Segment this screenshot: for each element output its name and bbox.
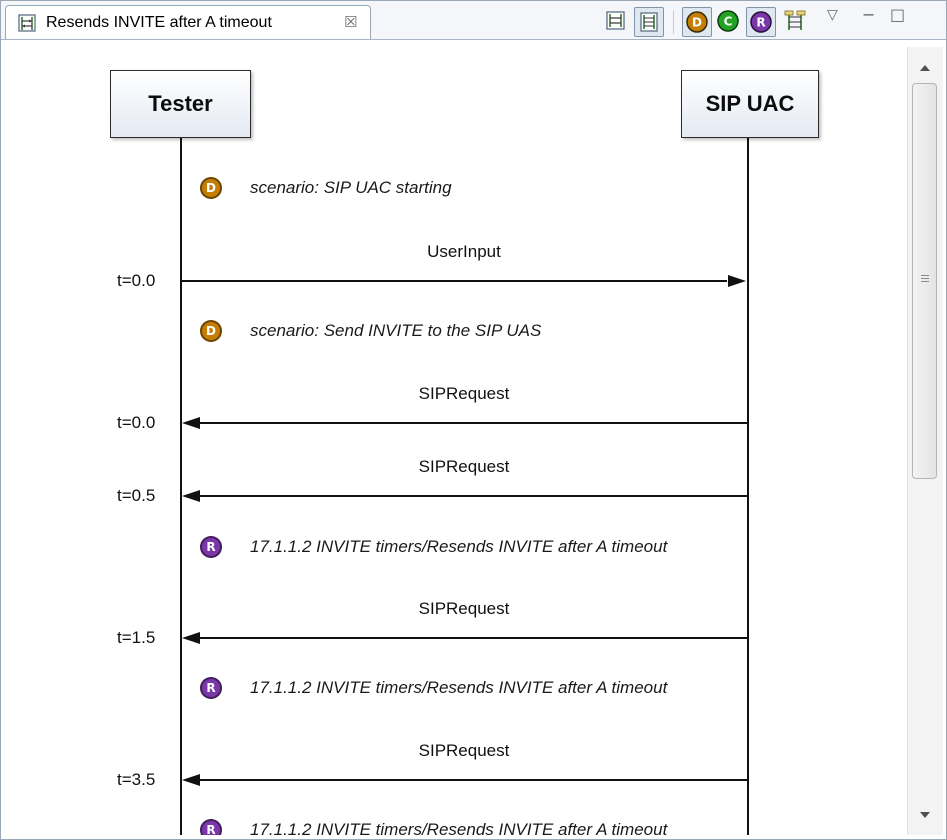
message-label: UserInput — [427, 242, 501, 261]
arrow-right-icon — [728, 275, 746, 287]
message-label: SIPRequest — [418, 384, 510, 403]
time-stamp: t=0.5 — [117, 486, 156, 505]
note-text: scenario: Send INVITE to the SIP UAS — [250, 321, 542, 340]
debug-note-icon: D — [200, 177, 222, 199]
message-label: SIPRequest — [418, 599, 510, 618]
lifeline-label: SIP UAC — [705, 91, 795, 116]
note-text: 17.1.1.2 INVITE timers/Resends INVITE af… — [250, 678, 668, 697]
result-note-icon: R — [200, 536, 222, 558]
time-stamp: t=1.5 — [117, 628, 156, 647]
sequence-diagram-view: Resends INVITE after A timeout ☒ D C R ▽… — [0, 0, 947, 840]
message-arrow-line — [200, 637, 747, 639]
grip-line — [921, 275, 929, 276]
arrow-left-icon — [182, 774, 200, 786]
filter-result-icon: R — [750, 11, 772, 33]
result-note-icon: R — [200, 819, 222, 835]
debug-note-icon: D — [200, 320, 222, 342]
layout-icon[interactable] — [781, 7, 809, 35]
zoom-toggle-icon[interactable] — [634, 7, 664, 37]
note-text: 17.1.1.2 INVITE timers/Resends INVITE af… — [250, 537, 668, 556]
message-label: SIPRequest — [418, 457, 510, 476]
fit-diagram-icon[interactable] — [602, 7, 630, 35]
grip-line — [921, 281, 929, 282]
lifeline-tester[interactable]: Tester — [110, 70, 251, 138]
maximize-icon[interactable]: □ — [890, 5, 905, 24]
arrow-left-icon — [182, 417, 200, 429]
scrollbar-thumb[interactable] — [912, 83, 937, 479]
filter-comment-icon: C — [717, 10, 739, 32]
message-arrow-line — [200, 422, 747, 424]
svg-text:C: C — [724, 15, 733, 29]
filter-debug-icon: D — [686, 11, 708, 33]
filter-debug-button[interactable]: D — [682, 7, 712, 37]
vertical-scrollbar[interactable] — [907, 47, 943, 835]
message-label: SIPRequest — [418, 741, 510, 760]
lifeline-sip-uac-line — [747, 138, 749, 835]
time-stamp: t=0.0 — [117, 271, 156, 290]
scroll-down-icon[interactable] — [920, 812, 930, 818]
view-toolbar: D C R ▽ − □ — [1, 5, 946, 37]
grip-line — [921, 278, 929, 279]
lifeline-tester-line — [180, 138, 182, 835]
filter-comment-button[interactable]: C — [714, 7, 744, 37]
note-text: scenario: SIP UAC starting — [250, 178, 452, 197]
result-note-icon: R — [200, 677, 222, 699]
arrow-left-icon — [182, 632, 200, 644]
filter-result-button[interactable]: R — [746, 7, 776, 37]
scroll-up-icon[interactable] — [920, 65, 930, 71]
toolbar-separator — [673, 10, 674, 34]
minimize-icon[interactable]: − — [862, 5, 875, 24]
time-stamp: t=0.0 — [117, 413, 156, 432]
arrow-left-icon — [182, 490, 200, 502]
message-arrow-line — [200, 495, 747, 497]
svg-text:D: D — [692, 16, 702, 30]
note-text: 17.1.1.2 INVITE timers/Resends INVITE af… — [250, 820, 668, 835]
sequence-diagram-canvas[interactable]: Tester SIP UAC D scenario: SIP UAC start… — [11, 47, 907, 835]
lifeline-label: Tester — [148, 91, 213, 116]
view-tab-bar: Resends INVITE after A timeout ☒ D C R ▽… — [1, 1, 946, 40]
message-arrow-line — [200, 779, 747, 781]
lifeline-sip-uac[interactable]: SIP UAC — [681, 70, 819, 138]
svg-text:R: R — [756, 16, 765, 30]
view-menu-icon[interactable]: ▽ — [827, 7, 838, 23]
message-arrow-line — [181, 280, 727, 282]
time-stamp: t=3.5 — [117, 770, 156, 789]
